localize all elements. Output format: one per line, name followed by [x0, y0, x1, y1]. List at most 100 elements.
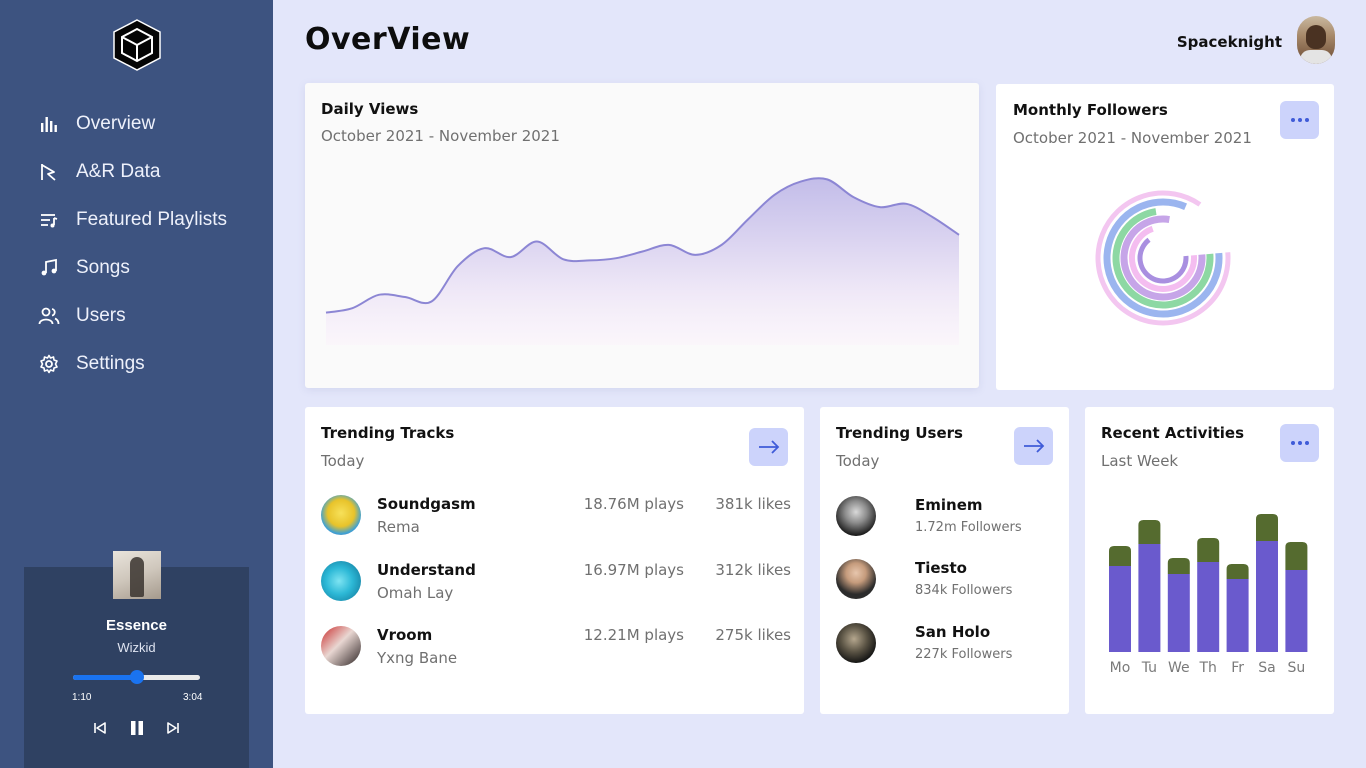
bar-segment: [1226, 579, 1249, 652]
bar-segment: [1197, 562, 1220, 652]
track-cover: [321, 495, 361, 535]
bar-segment: [1109, 566, 1131, 652]
card-subtitle: Today: [836, 452, 880, 470]
user-name: San Holo: [915, 623, 991, 641]
previous-icon[interactable]: [90, 718, 110, 738]
daily-views-chart: [325, 177, 960, 345]
monthly-followers-card: Monthly Followers October 2021 - Novembe…: [996, 84, 1334, 390]
arrow-right-icon[interactable]: [749, 428, 788, 466]
user-avatar: [836, 559, 876, 599]
sidebar-item-label: Featured Playlists: [76, 209, 228, 230]
arrow-right-icon[interactable]: [1014, 427, 1053, 465]
x-tick-label: Sa: [1258, 660, 1275, 676]
bar-segment: [1109, 546, 1131, 566]
bar-segment: [1256, 514, 1278, 541]
bar-segment: [1138, 520, 1161, 544]
sidebar-item-songs[interactable]: Songs: [38, 244, 258, 292]
track-name: Understand: [377, 561, 476, 579]
sidebar-item-label: Users: [76, 305, 126, 326]
track-artist: Rema: [377, 518, 420, 536]
bar-segment: [1138, 544, 1161, 652]
user-avatar: [836, 623, 876, 663]
track-plays: 12.21M plays: [583, 626, 684, 644]
x-tick-label: Su: [1288, 660, 1306, 676]
track-likes: 381k likes: [715, 495, 791, 513]
card-title: Trending Users: [836, 424, 963, 442]
radial-bar: [1137, 237, 1189, 284]
sidebar-item-label: Overview: [76, 113, 156, 134]
bar-chart-icon: [38, 113, 60, 135]
user-name: Eminem: [915, 496, 983, 514]
track-artist: Omah Lay: [377, 584, 454, 602]
progress-fill: [73, 675, 137, 680]
next-icon[interactable]: [163, 718, 183, 738]
pause-icon[interactable]: [127, 718, 147, 738]
bar-segment: [1167, 574, 1190, 652]
list-item[interactable]: Soundgasm Rema 18.76M plays 381k likes: [321, 495, 791, 539]
x-tick-label: We: [1168, 660, 1190, 676]
total-time: 3:04: [183, 692, 203, 703]
sidebar-item-label: Songs: [76, 257, 130, 278]
track-plays: 16.97M plays: [583, 561, 684, 579]
avatar[interactable]: [1297, 16, 1335, 64]
gear-icon: [38, 353, 60, 375]
trending-tracks-card: Trending Tracks Today Soundgasm Rema 18.…: [305, 407, 804, 714]
page-title: OverView: [305, 22, 471, 57]
bar-segment: [1285, 542, 1308, 570]
card-title: Trending Tracks: [321, 424, 455, 442]
bar-segment: [1226, 564, 1249, 579]
bar-segment: [1256, 541, 1278, 652]
track-name: Vroom: [377, 626, 433, 644]
bar-segment: [1167, 558, 1190, 574]
list-item[interactable]: Tiesto 834k Followers: [836, 559, 1056, 601]
list-item[interactable]: San Holo 227k Followers: [836, 623, 1056, 665]
sidebar-item-label: A&R Data: [76, 161, 161, 182]
x-tick-label: Th: [1198, 660, 1216, 676]
pen-tool-icon: [38, 161, 60, 183]
username[interactable]: Spaceknight: [1177, 33, 1282, 51]
player-song-title: Essence: [106, 617, 167, 634]
user-avatar: [836, 496, 876, 536]
sidebar: Overview A&R Data Featured Playlists Son…: [0, 0, 273, 768]
playlist-icon: [38, 209, 60, 231]
cube-icon[interactable]: [111, 18, 163, 72]
x-tick-label: Fr: [1231, 660, 1244, 676]
album-art: [113, 551, 161, 599]
sidebar-item-ar-data[interactable]: A&R Data: [38, 148, 258, 196]
track-cover: [321, 626, 361, 666]
daily-views-card: Daily Views October 2021 - November 2021: [305, 83, 979, 388]
monthly-followers-chart: [1095, 190, 1231, 326]
bar-segment: [1197, 538, 1220, 562]
music-note-icon: [38, 257, 60, 279]
user-followers: 834k Followers: [915, 583, 1013, 598]
track-likes: 275k likes: [715, 626, 791, 644]
track-likes: 312k likes: [715, 561, 791, 579]
list-item[interactable]: Vroom Yxng Bane 12.21M plays 275k likes: [321, 626, 791, 670]
sidebar-item-overview[interactable]: Overview: [38, 100, 258, 148]
progress-thumb[interactable]: [129, 670, 144, 684]
bar-segment: [1285, 570, 1308, 652]
sidebar-item-settings[interactable]: Settings: [38, 340, 258, 388]
card-subtitle: Today: [321, 452, 365, 470]
recent-activities-card: Recent Activities Last Week Mo Tu We Th Fr Sa…: [1085, 407, 1334, 714]
track-plays: 18.76M plays: [583, 495, 684, 513]
track-name: Soundgasm: [377, 495, 476, 513]
list-item[interactable]: Eminem 1.72m Followers: [836, 496, 1056, 538]
player-song-artist: Wizkid: [117, 640, 156, 655]
sidebar-item-label: Settings: [76, 353, 145, 374]
list-item[interactable]: Understand Omah Lay 16.97M plays 312k li…: [321, 561, 791, 605]
sidebar-item-featured-playlists[interactable]: Featured Playlists: [38, 196, 258, 244]
radial-bar: [1120, 215, 1206, 301]
users-icon: [38, 305, 60, 327]
user-name: Tiesto: [915, 559, 967, 577]
progress-slider[interactable]: [73, 670, 200, 684]
elapsed-time: 1:10: [72, 692, 92, 703]
track-cover: [321, 561, 361, 601]
x-tick-label: Tu: [1141, 660, 1157, 676]
trending-users-card: Trending Users Today Eminem 1.72m Follow…: [820, 407, 1069, 714]
sidebar-item-users[interactable]: Users: [38, 292, 258, 340]
user-followers: 1.72m Followers: [915, 520, 1022, 535]
user-followers: 227k Followers: [915, 647, 1013, 662]
track-artist: Yxng Bane: [377, 649, 458, 667]
x-tick-label: Mo: [1110, 660, 1131, 676]
